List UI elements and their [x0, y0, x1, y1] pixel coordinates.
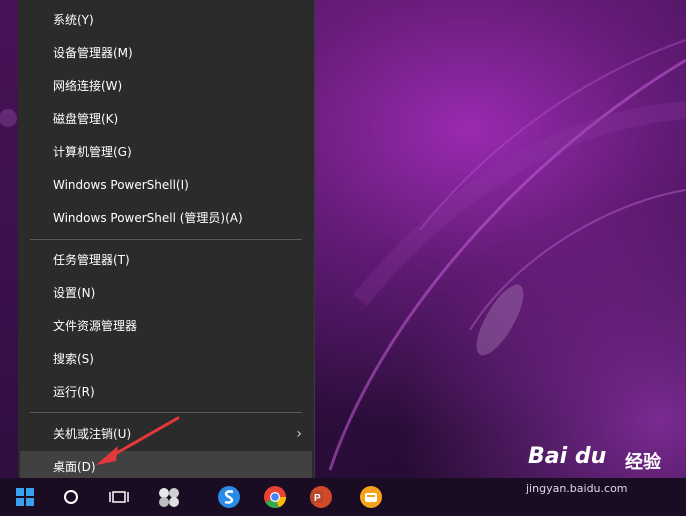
watermark-url: jingyan.baidu.com — [526, 482, 628, 495]
red-annotation-arrow — [96, 416, 180, 465]
baidu-jingyan-watermark: Bai du 经验 jingyan.baidu.com — [520, 440, 680, 500]
baidu-logo: Bai du — [528, 444, 607, 469]
powerpoint-letter: P — [314, 493, 321, 504]
cortana-icon[interactable] — [48, 478, 94, 516]
app-orange-icon[interactable] — [348, 478, 394, 516]
powerpoint-icon[interactable]: P — [298, 478, 344, 516]
chrome-icon[interactable] — [252, 478, 298, 516]
app-icon[interactable] — [146, 478, 192, 516]
windows-start-icon[interactable] — [2, 478, 48, 516]
sogou-icon[interactable] — [206, 478, 252, 516]
jingyan-text: 经验 — [625, 452, 661, 473]
task-view-icon[interactable] — [96, 478, 142, 516]
